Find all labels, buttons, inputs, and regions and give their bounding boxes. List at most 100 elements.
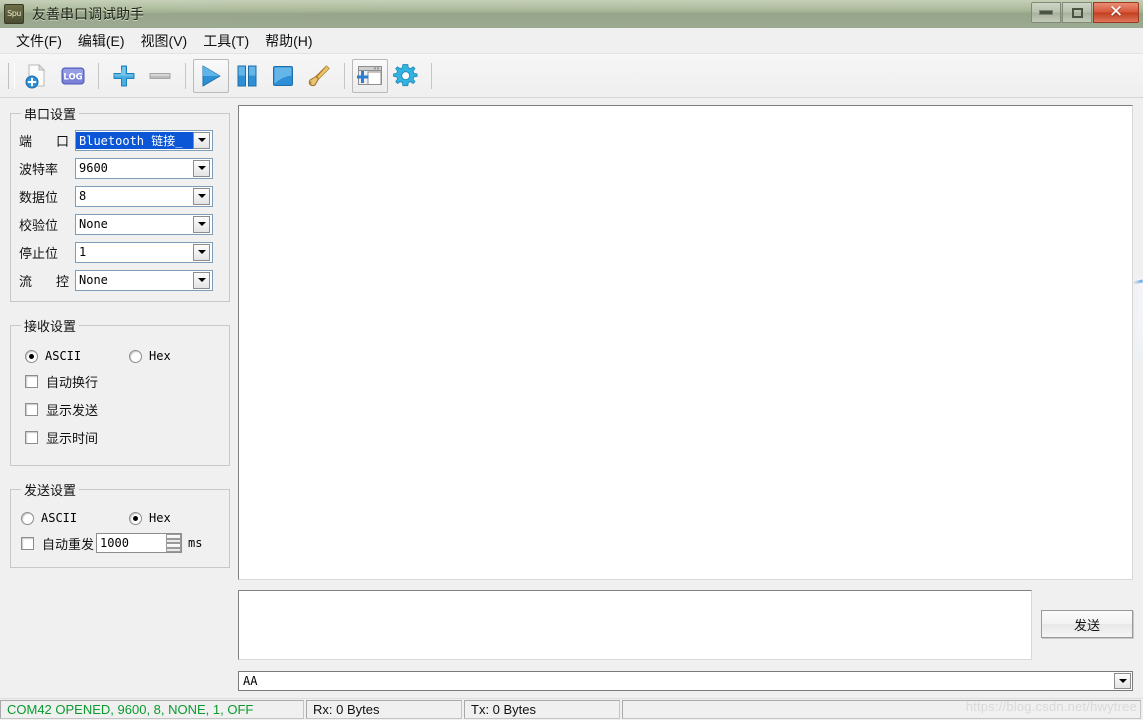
serial-settings-title: 串口设置 [24,107,77,122]
parity-combobox[interactable]: None [75,213,213,235]
field-row-stop-bits: 停止位 1 [19,241,221,263]
stop-button[interactable] [265,59,301,93]
port-dropdown-arrow[interactable] [193,131,210,149]
menu-item-file[interactable]: 文件(F) [8,28,70,54]
baud-rate-label: 波特率 [19,161,59,177]
show-time-checkbox[interactable]: 显示时间 [25,428,221,447]
flow-control-label-b: 控 [55,273,69,289]
field-row-baud-rate: 波特率 9600 [19,157,221,179]
checkbox-indicator [25,403,38,416]
field-row-parity: 校验位 None [19,213,221,235]
chevron-down-icon [197,278,206,282]
port-combobox[interactable]: Bluetooth 链接_ [75,129,213,151]
stop-bits-value: 1 [79,245,87,259]
flow-control-dropdown-arrow[interactable] [193,271,210,289]
minimize-icon [1039,10,1053,15]
baud-rate-dropdown-arrow[interactable] [193,159,210,177]
status-rx-bytes: Rx: 0 Bytes [306,700,462,719]
close-icon: ✕ [1108,2,1124,22]
pause-button[interactable] [229,59,265,93]
svg-text:LOG: LOG [63,72,82,82]
auto-resend-checkbox[interactable]: 自动重发 [21,534,94,553]
stop-bits-dropdown-arrow[interactable] [193,243,210,261]
send-hex-radio[interactable]: Hex [129,511,171,525]
stop-icon [273,65,293,86]
send-history-dropdown-arrow[interactable] [1114,673,1131,689]
add-button[interactable] [106,59,142,93]
status-connection: COM42 OPENED, 9600, 8, NONE, 1, OFF [0,700,304,719]
send-ascii-label: ASCII [41,511,78,525]
checkbox-indicator [25,431,38,444]
send-button[interactable]: 发送 [1041,610,1133,638]
receive-settings-title: 接收设置 [24,319,77,334]
send-history-value: AA [243,674,258,688]
window-title: 友善串口调试助手 [32,6,144,22]
resend-interval-stepper[interactable]: 1000 [96,533,183,553]
chevron-down-icon [197,166,206,170]
toolbar-grip[interactable] [8,62,15,89]
receive-hex-radio[interactable]: Hex [129,349,171,363]
chevron-down-icon [1118,679,1127,683]
log-icon: LOG [61,67,85,84]
title-bar[interactable]: Spu 友善串口调试助手 ✕ [0,0,1143,28]
app-icon: Spu [4,4,24,24]
settings-button[interactable] [388,59,424,93]
baud-rate-combobox[interactable]: 9600 [75,157,213,179]
chevron-down-icon [197,222,206,226]
resend-interval-value: 1000 [100,536,129,550]
status-bar: COM42 OPENED, 9600, 8, NONE, 1, OFF Rx: … [0,698,1143,720]
data-bits-combobox[interactable]: 8 [75,185,213,207]
auto-wrap-label: 自动换行 [46,375,99,390]
radio-indicator [129,349,142,363]
play-icon [202,65,221,86]
send-input[interactable] [238,590,1032,660]
send-ascii-radio[interactable]: ASCII [21,511,129,525]
open-port-button[interactable] [193,58,229,93]
data-bits-label: 数据位 [19,189,59,205]
flow-control-combobox[interactable]: None [75,269,213,291]
chevron-down-icon [197,194,206,198]
receive-display[interactable] [238,105,1133,580]
maximize-button[interactable] [1062,2,1092,23]
field-row-port: 端 口 Bluetooth 链接_ [19,129,221,151]
field-row-flow-control: 流 控 None [19,269,221,291]
close-button[interactable]: ✕ [1093,2,1139,23]
menu-item-help[interactable]: 帮助(H) [257,28,320,54]
toolbar: LOG [0,54,1143,98]
port-label-a: 端 [19,133,33,149]
clear-button[interactable] [301,59,337,93]
menu-item-edit[interactable]: 编辑(E) [70,28,133,54]
flow-control-label-a: 流 [19,273,33,289]
new-file-button[interactable] [19,59,55,93]
menu-item-view[interactable]: 视图(V) [133,28,196,54]
main-content: 串口设置 端 口 Bluetooth 链接_ 波特率 9600 数据位 8 校验… [0,98,1143,720]
send-settings-title: 发送设置 [24,483,77,498]
application-window: Spu 友善串口调试助手 ✕ 文件(F) 编辑(E) 视图(V) 工具(T) 帮… [0,0,1143,720]
field-row-data-bits: 数据位 8 [19,185,221,207]
show-send-checkbox[interactable]: 显示发送 [25,400,221,419]
remove-icon [149,72,171,79]
radio-indicator [25,349,38,363]
parity-value: None [79,217,108,231]
new-file-icon [25,63,46,88]
receive-ascii-radio[interactable]: ASCII [25,349,129,363]
stop-bits-label: 停止位 [19,245,59,261]
log-button[interactable]: LOG [55,59,91,93]
send-history-combobox[interactable]: AA [238,671,1133,691]
stop-bits-combobox[interactable]: 1 [75,241,213,263]
data-bits-dropdown-arrow[interactable] [193,187,210,205]
send-settings-group: 发送设置 ASCII Hex 自动重发 1000 ms [10,480,230,568]
new-window-button[interactable] [352,58,388,93]
baud-rate-value: 9600 [79,161,108,175]
auto-wrap-checkbox[interactable]: 自动换行 [25,372,221,391]
serial-settings-group: 串口设置 端 口 Bluetooth 链接_ 波特率 9600 数据位 8 校验… [10,104,230,302]
stepper-up-button[interactable] [166,534,182,543]
checkbox-indicator [21,536,34,550]
parity-dropdown-arrow[interactable] [193,215,210,233]
resend-interval-unit: ms [188,536,203,550]
menu-item-tools[interactable]: 工具(T) [195,28,257,54]
chevron-down-icon [197,250,206,254]
minimize-button[interactable] [1031,2,1061,23]
remove-button[interactable] [142,59,178,93]
stepper-down-button[interactable] [166,543,182,552]
